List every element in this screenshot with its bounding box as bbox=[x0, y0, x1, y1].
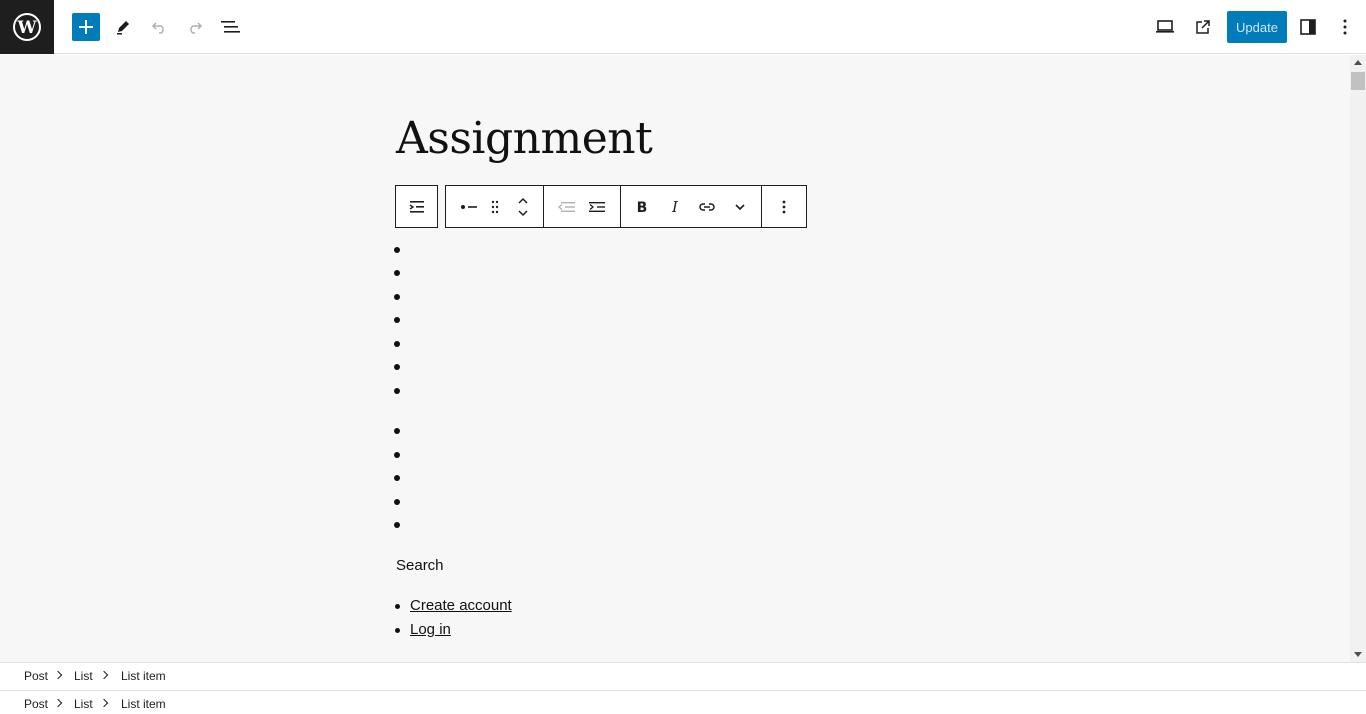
svg-text:I: I bbox=[671, 200, 679, 214]
svg-text:B: B bbox=[637, 200, 648, 214]
breadcrumb-item-list[interactable]: List bbox=[74, 697, 93, 711]
create-account-link[interactable]: Create account bbox=[410, 597, 512, 614]
indent-icon bbox=[589, 201, 605, 212]
document-overview-button[interactable] bbox=[217, 13, 245, 41]
bold-button[interactable]: B bbox=[626, 186, 658, 227]
preview-button[interactable] bbox=[1151, 13, 1179, 41]
scroll-thumb[interactable] bbox=[1351, 72, 1365, 90]
more-formatting-button[interactable] bbox=[724, 186, 756, 227]
link-button[interactable] bbox=[691, 186, 723, 227]
block-breadcrumb-secondary: Post List List item bbox=[0, 690, 1366, 714]
breadcrumb-item-list-item: List item bbox=[121, 669, 166, 683]
indent-button[interactable] bbox=[582, 186, 614, 227]
toolbar-divider bbox=[543, 186, 544, 227]
list-item[interactable] bbox=[394, 522, 400, 528]
sidebar-toggle-icon bbox=[1300, 19, 1316, 35]
breadcrumb-item-post[interactable]: Post bbox=[24, 697, 48, 711]
more-vertical-icon bbox=[1343, 19, 1347, 35]
svg-text:W: W bbox=[16, 18, 37, 38]
toolbar-divider bbox=[620, 186, 621, 227]
options-button[interactable] bbox=[1331, 13, 1359, 41]
toolbar-divider bbox=[761, 186, 762, 227]
canvas-scrollbar[interactable] bbox=[1350, 55, 1366, 662]
block-breadcrumb: Post List List item bbox=[0, 662, 1366, 689]
list-bullet bbox=[395, 604, 400, 609]
list-item[interactable] bbox=[394, 341, 400, 347]
list-item[interactable] bbox=[394, 364, 400, 370]
move-up-down-button[interactable] bbox=[507, 186, 539, 227]
chevron-right-icon bbox=[53, 670, 63, 680]
add-block-button[interactable] bbox=[72, 13, 100, 41]
view-post-button[interactable] bbox=[1189, 13, 1217, 41]
list-item[interactable] bbox=[394, 388, 400, 394]
bold-icon: B bbox=[637, 200, 648, 214]
italic-icon: I bbox=[671, 200, 679, 214]
tools-button[interactable] bbox=[109, 13, 137, 41]
chevron-right-icon bbox=[53, 698, 63, 708]
scroll-down-arrow-icon[interactable] bbox=[1354, 652, 1362, 657]
post-title[interactable]: Assignment bbox=[396, 113, 653, 164]
redo-icon bbox=[190, 22, 203, 34]
block-options-button[interactable] bbox=[768, 186, 800, 227]
list-item-icon bbox=[461, 204, 477, 209]
select-parent-button[interactable] bbox=[395, 185, 438, 228]
breadcrumb-item-list-item: List item bbox=[121, 697, 166, 711]
scroll-up-arrow-icon[interactable] bbox=[1354, 60, 1362, 65]
chevron-right-icon bbox=[99, 670, 109, 680]
desktop-preview-icon bbox=[1156, 20, 1174, 33]
more-vertical-icon bbox=[782, 200, 786, 213]
chevron-right-icon bbox=[99, 698, 109, 708]
editor-header: W Update bbox=[0, 0, 1366, 54]
plus-icon bbox=[79, 20, 93, 34]
list-item[interactable] bbox=[394, 428, 400, 434]
log-in-link[interactable]: Log in bbox=[410, 621, 451, 638]
settings-button[interactable] bbox=[1294, 13, 1322, 41]
breadcrumb-item-post[interactable]: Post bbox=[24, 669, 48, 683]
list-item[interactable] bbox=[394, 452, 400, 458]
pencil-icon bbox=[117, 21, 129, 35]
outdent-button[interactable] bbox=[550, 186, 582, 227]
undo-icon bbox=[151, 22, 164, 34]
list-item[interactable] bbox=[394, 270, 400, 276]
update-button[interactable]: Update bbox=[1227, 11, 1287, 43]
editor-canvas[interactable]: Assignment B I Search Create account Log… bbox=[0, 55, 1350, 662]
list-item[interactable] bbox=[394, 247, 400, 253]
list-bullet bbox=[395, 628, 400, 633]
chevron-down-icon bbox=[735, 203, 745, 210]
list-item[interactable] bbox=[394, 294, 400, 300]
external-link-icon bbox=[1196, 20, 1210, 34]
search-label[interactable]: Search bbox=[396, 557, 444, 574]
italic-button[interactable]: I bbox=[659, 186, 691, 227]
block-toolbar-main: B I bbox=[445, 185, 807, 228]
redo-button[interactable] bbox=[181, 13, 209, 41]
breadcrumb-item-list[interactable]: List bbox=[74, 669, 93, 683]
list-view-icon bbox=[221, 21, 240, 33]
outdent-icon bbox=[557, 201, 575, 212]
select-parent-list-icon bbox=[409, 200, 424, 213]
list-item[interactable] bbox=[394, 475, 400, 481]
drag-handle-icon bbox=[491, 200, 499, 213]
link-icon bbox=[699, 202, 715, 211]
undo-button[interactable] bbox=[145, 13, 173, 41]
list-item[interactable] bbox=[394, 499, 400, 505]
list-item[interactable] bbox=[394, 317, 400, 323]
move-up-down-icon bbox=[518, 197, 528, 216]
wordpress-logo-icon[interactable]: W bbox=[0, 0, 54, 54]
